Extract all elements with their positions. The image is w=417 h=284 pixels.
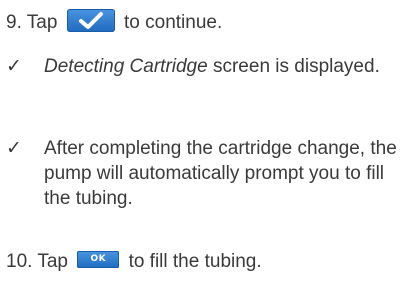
step-verb: Tap	[26, 12, 58, 33]
check-mark-icon: ✓	[6, 138, 22, 159]
result-text-rest: screen is displayed.	[207, 56, 380, 77]
result-detecting-cartridge: ✓ Detecting Cartridge screen is displaye…	[6, 54, 413, 79]
ok-button-icon: OK	[77, 251, 120, 269]
result-text: After completing the cartridge change, t…	[44, 138, 397, 209]
step-instruction: to fill the tubing.	[128, 251, 262, 272]
step-instruction: to continue.	[124, 12, 223, 33]
step-9: 9. Tap to continue.	[6, 9, 413, 35]
step-number: 9.	[6, 12, 22, 33]
checkmark-button-icon	[66, 9, 115, 33]
result-fill-tubing-prompt: ✓ After completing the cartridge change,…	[6, 136, 413, 211]
result-text: Detecting Cartridge screen is displayed.	[44, 54, 413, 79]
screen-name: Detecting Cartridge	[44, 56, 208, 77]
step-10: 10. Tap OK to fill the tubing.	[6, 249, 413, 274]
step-number: 10.	[6, 251, 33, 272]
step-verb: Tap	[37, 251, 68, 272]
check-mark-icon: ✓	[6, 56, 22, 77]
